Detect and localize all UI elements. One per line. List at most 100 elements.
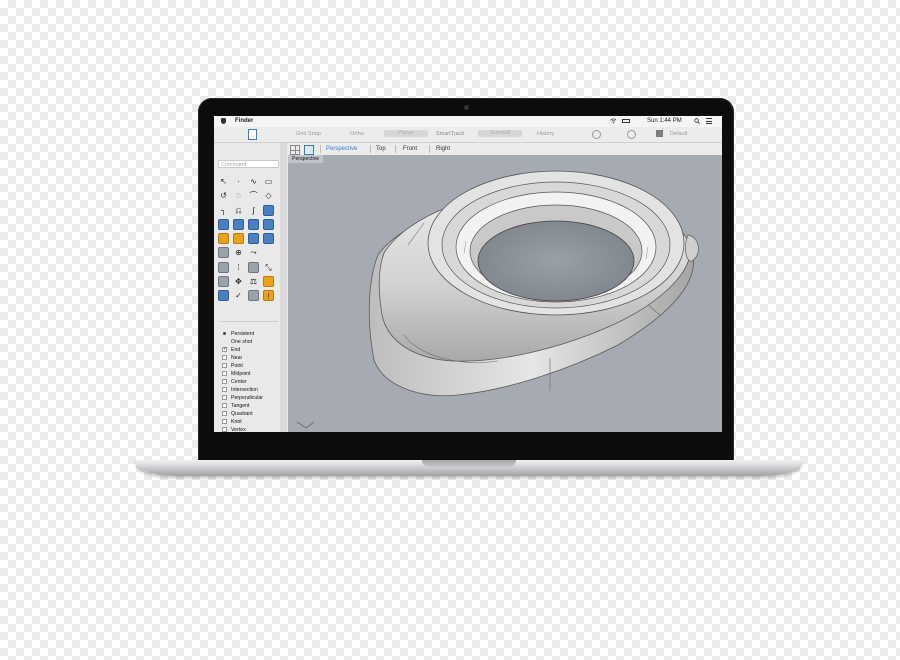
point-icon[interactable]: · <box>233 176 244 187</box>
tab-right[interactable]: Right <box>436 146 450 152</box>
rectangle-icon[interactable]: ▭ <box>263 176 274 187</box>
surface-icon[interactable] <box>263 204 274 216</box>
circle-icon[interactable]: ◌ <box>233 190 244 201</box>
target-icon[interactable] <box>627 130 636 139</box>
osnap-intersection[interactable]: Intersection <box>222 386 284 394</box>
rhino-toolbar: Grid Snap Ortho Planar SmartTrack Gumbal… <box>214 127 722 143</box>
planar-toggle[interactable]: Planar <box>384 130 428 137</box>
select-arrow-icon[interactable]: ↖ <box>218 176 229 187</box>
osnap-near[interactable]: Near <box>222 354 284 362</box>
warning-icon[interactable]: ! <box>263 290 274 302</box>
single-viewport-icon[interactable] <box>304 145 314 155</box>
perspective-viewport[interactable]: Perspective <box>288 155 722 432</box>
check-icon[interactable]: ✓ <box>233 290 244 301</box>
mesh-icon[interactable] <box>218 247 229 259</box>
mirror-icon[interactable] <box>248 261 259 273</box>
curve-edit-icon[interactable]: ∫ <box>248 205 259 216</box>
checkbox[interactable] <box>222 411 227 416</box>
sweep-icon[interactable] <box>218 218 229 230</box>
radio-selected-icon <box>223 332 226 335</box>
revolve-icon[interactable] <box>248 218 259 230</box>
tab-top[interactable]: Top <box>376 146 386 152</box>
apple-icon[interactable] <box>221 118 226 124</box>
transform-icon[interactable]: ⤳ <box>248 247 259 258</box>
laptop-screen: Finder Sun 1:44 PM Grid Snap Ortho Plana… <box>214 116 722 432</box>
panel-scrollbar[interactable] <box>280 143 287 432</box>
curve-icon[interactable]: ↺ <box>218 190 229 201</box>
osnap-persistent[interactable]: Persistent <box>222 330 284 338</box>
blank-tool-icon[interactable] <box>263 247 274 258</box>
checkbox[interactable] <box>222 371 227 376</box>
offset-icon[interactable]: ⎌ <box>233 205 244 216</box>
checkbox[interactable] <box>222 379 227 384</box>
checkbox[interactable] <box>222 419 227 424</box>
rotate-icon[interactable] <box>592 130 601 139</box>
patch-icon[interactable] <box>263 218 274 230</box>
menubar-clock[interactable]: Sun 1:44 PM <box>647 118 682 124</box>
render-icon[interactable] <box>263 276 274 288</box>
osnap-one-shot[interactable]: One shot <box>222 338 284 346</box>
history-toggle[interactable]: History <box>537 131 554 137</box>
tab-separator <box>429 145 430 153</box>
search-icon[interactable] <box>694 118 700 124</box>
move-icon[interactable]: ✥ <box>233 276 244 287</box>
dimension-icon[interactable] <box>218 261 229 273</box>
scale-icon[interactable]: ⤡ <box>263 262 274 273</box>
osnap-perpendicular[interactable]: Perpendicular <box>222 394 284 402</box>
osnap-quadrant[interactable]: Quadrant <box>222 410 284 418</box>
watch-case-model[interactable] <box>288 155 722 432</box>
checkbox[interactable] <box>222 403 227 408</box>
sidebar-toggle-icon[interactable] <box>248 129 257 140</box>
app-name-menu[interactable]: Finder <box>235 118 253 124</box>
sphere-solid-icon[interactable] <box>233 233 244 245</box>
box-solid-icon[interactable] <box>218 233 229 245</box>
checkbox[interactable] <box>222 363 227 368</box>
osnap-center[interactable]: Center <box>222 378 284 386</box>
osnap-vertex[interactable]: Vertex <box>222 426 284 432</box>
layer-icon[interactable] <box>218 290 229 302</box>
fillet-icon[interactable]: ╮ <box>218 205 229 216</box>
grid-snap-toggle[interactable]: Grid Snap <box>296 131 321 137</box>
default-layer[interactable]: Default <box>670 131 687 137</box>
osnap-label: Vertex <box>231 427 246 432</box>
gumball-toggle[interactable]: Gumball <box>478 130 522 137</box>
command-input[interactable]: Command <box>218 160 279 168</box>
loft-icon[interactable] <box>233 218 244 230</box>
polygon-icon[interactable]: ◇ <box>263 190 274 201</box>
analyze-icon[interactable]: ⚖ <box>248 276 259 287</box>
osnap-label: Persistent <box>231 331 255 337</box>
array-icon[interactable]: ⁞ <box>233 262 244 273</box>
osnap-label: Point <box>231 363 243 369</box>
cap-icon[interactable] <box>263 233 274 245</box>
battery-icon[interactable] <box>622 119 630 123</box>
tab-perspective[interactable]: Perspective <box>326 146 357 152</box>
ortho-toggle[interactable]: Ortho <box>350 131 364 137</box>
osnap-tangent[interactable]: Tangent <box>222 402 284 410</box>
list-icon[interactable] <box>706 118 712 124</box>
boolean-icon[interactable]: ⊕ <box>233 247 244 258</box>
tab-separator <box>320 145 321 153</box>
smarttrack-toggle[interactable]: SmartTrack <box>436 131 464 137</box>
checkbox[interactable] <box>222 395 227 400</box>
panel-divider <box>220 321 278 322</box>
checkbox[interactable]: ✓ <box>222 347 227 352</box>
layer-color-swatch[interactable] <box>656 130 663 137</box>
text-icon[interactable] <box>218 276 229 288</box>
polyline-icon[interactable]: ∿ <box>248 176 259 187</box>
osnap-knot[interactable]: Knot <box>222 418 284 426</box>
osnap-point[interactable]: Point <box>222 362 284 370</box>
wifi-icon[interactable] <box>610 118 616 124</box>
osnap-label: Intersection <box>231 387 258 393</box>
osnap-midpoint[interactable]: Midpoint <box>222 370 284 378</box>
checkbox[interactable] <box>222 427 227 432</box>
tab-front[interactable]: Front <box>403 146 417 152</box>
arc-icon[interactable]: ⌒ <box>248 190 259 201</box>
extrude-icon[interactable] <box>248 233 259 245</box>
properties-icon[interactable] <box>248 290 259 302</box>
checkbox[interactable] <box>222 355 227 360</box>
checkbox[interactable] <box>222 387 227 392</box>
osnap-label: One shot <box>231 339 253 345</box>
osnap-end[interactable]: ✓ End <box>222 346 284 354</box>
four-viewport-icon[interactable] <box>290 145 300 155</box>
osnap-label: Midpoint <box>231 371 251 377</box>
